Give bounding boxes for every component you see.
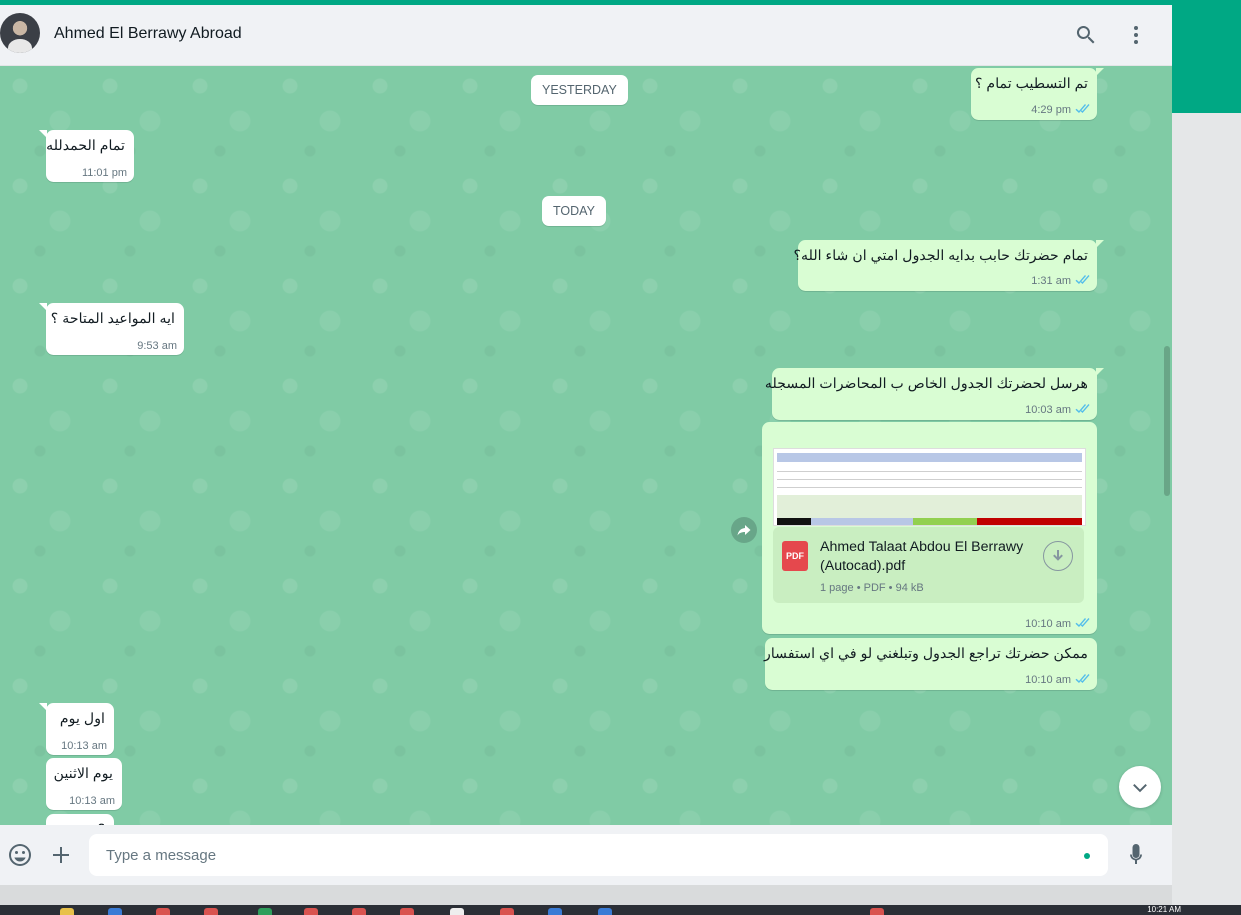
message-time: 11:01 pm bbox=[81, 167, 127, 179]
message-bubble[interactable]: ؟ bbox=[46, 814, 114, 825]
read-ticks-icon bbox=[1074, 403, 1090, 417]
message-bubble[interactable]: اول يوم 10:13 am bbox=[39, 703, 114, 755]
message-meta: 10:03 am bbox=[1025, 403, 1090, 417]
taskbar: 10:21 AM bbox=[0, 905, 1241, 915]
taskbar-app-icon[interactable] bbox=[304, 908, 318, 915]
message-bubble[interactable]: تم التسطيب تمام ؟ 4:29 pm bbox=[971, 68, 1104, 120]
forward-icon[interactable] bbox=[731, 517, 757, 543]
document-file-info: 1 page • PDF • 94 kB bbox=[820, 582, 924, 594]
message-bubble[interactable]: تمام حضرتك حابب بدايه الجدول امتي ان شاء… bbox=[794, 240, 1104, 291]
taskbar-app-icon[interactable] bbox=[450, 908, 464, 915]
message-meta: 10:10 am bbox=[1025, 617, 1090, 631]
message-meta: 10:10 am bbox=[1025, 673, 1090, 687]
menu-icon[interactable] bbox=[1124, 23, 1148, 47]
taskbar-app-icon[interactable] bbox=[204, 908, 218, 915]
taskbar-app-icon[interactable] bbox=[870, 908, 884, 915]
message-bubble[interactable]: هرسل لحضرتك الجدول الخاص ب المحاضرات الم… bbox=[765, 368, 1104, 420]
status-dot bbox=[1084, 853, 1090, 859]
message-time: 9:53 am bbox=[137, 340, 177, 352]
taskbar-app-icon[interactable] bbox=[500, 908, 514, 915]
message-text: ممكن حضرتك تراجع الجدول وتبلغني لو في اي… bbox=[764, 646, 1088, 662]
message-bubble[interactable]: تمام الحمدلله 11:01 pm bbox=[39, 130, 134, 182]
document-message-bubble[interactable]: PDF Ahmed Talaat Abdou El Berrawy (Autoc… bbox=[762, 422, 1097, 634]
attach-plus-icon[interactable] bbox=[48, 842, 74, 868]
message-bubble[interactable]: يوم الاثنين 10:13 am bbox=[46, 758, 122, 810]
background-accent-panel bbox=[1172, 5, 1241, 113]
message-bubble[interactable]: ممكن حضرتك تراجع الجدول وتبلغني لو في اي… bbox=[764, 638, 1097, 690]
taskbar-app-icon[interactable] bbox=[156, 908, 170, 915]
taskbar-app-icon[interactable] bbox=[548, 908, 562, 915]
message-meta: 1:31 am bbox=[1031, 274, 1090, 288]
read-ticks-icon bbox=[1074, 673, 1090, 687]
emoji-icon[interactable] bbox=[7, 842, 33, 868]
message-bubble[interactable]: ايه المواعيد المتاحة ؟ 9:53 am bbox=[39, 303, 184, 355]
date-divider-yesterday: YESTERDAY bbox=[531, 75, 628, 105]
document-attachment[interactable]: PDF Ahmed Talaat Abdou El Berrawy (Autoc… bbox=[773, 527, 1084, 603]
read-ticks-icon bbox=[1074, 103, 1090, 117]
taskbar-app-icon[interactable] bbox=[60, 908, 74, 915]
contact-name[interactable]: Ahmed El Berrawy Abroad bbox=[54, 25, 242, 43]
read-ticks-icon bbox=[1074, 274, 1090, 288]
document-preview[interactable] bbox=[773, 448, 1086, 526]
message-text: تم التسطيب تمام ؟ bbox=[974, 76, 1088, 92]
taskbar-app-icon[interactable] bbox=[108, 908, 122, 915]
background-panel bbox=[1172, 113, 1241, 905]
pdf-file-icon: PDF bbox=[782, 541, 808, 571]
scroll-to-bottom-button[interactable] bbox=[1119, 766, 1161, 808]
chevron-down-icon bbox=[1133, 784, 1147, 793]
message-time: 10:13 am bbox=[69, 795, 115, 807]
message-text: ايه المواعيد المتاحة ؟ bbox=[50, 311, 175, 327]
taskbar-app-icon[interactable] bbox=[258, 908, 272, 915]
composer-bar bbox=[0, 825, 1172, 885]
message-text: تمام حضرتك حابب بدايه الجدول امتي ان شاء… bbox=[793, 248, 1088, 264]
download-icon bbox=[1053, 550, 1063, 561]
message-text: هرسل لحضرتك الجدول الخاص ب المحاضرات الم… bbox=[764, 376, 1088, 392]
document-file-name: Ahmed Talaat Abdou El Berrawy (Autocad).… bbox=[820, 539, 1024, 574]
microphone-icon[interactable] bbox=[1123, 842, 1149, 868]
message-text: اول يوم bbox=[59, 711, 105, 727]
message-list[interactable]: YESTERDAY تم التسطيب تمام ؟ 4:29 pm تمام… bbox=[0, 66, 1172, 825]
taskbar-app-icon[interactable] bbox=[400, 908, 414, 915]
taskbar-app-icon[interactable] bbox=[598, 908, 612, 915]
read-ticks-icon bbox=[1074, 617, 1090, 631]
message-input[interactable] bbox=[89, 834, 1108, 876]
chat-window: Ahmed El Berrawy Abroad YESTERDAY تم الت… bbox=[0, 5, 1172, 885]
date-divider-today: TODAY bbox=[542, 196, 606, 226]
avatar[interactable] bbox=[0, 13, 40, 53]
scrollbar[interactable] bbox=[1164, 346, 1170, 496]
message-time: 10:13 am bbox=[61, 740, 107, 752]
message-meta: 4:29 pm bbox=[1031, 103, 1090, 117]
conversation-header[interactable]: Ahmed El Berrawy Abroad bbox=[0, 5, 1172, 66]
taskbar-app-icon[interactable] bbox=[352, 908, 366, 915]
search-icon[interactable] bbox=[1074, 23, 1098, 47]
message-text: تمام الحمدلله bbox=[46, 138, 125, 154]
download-button[interactable] bbox=[1043, 541, 1073, 571]
message-text: يوم الاثنين bbox=[53, 766, 113, 782]
taskbar-clock: 10:21 AM bbox=[1147, 905, 1181, 914]
